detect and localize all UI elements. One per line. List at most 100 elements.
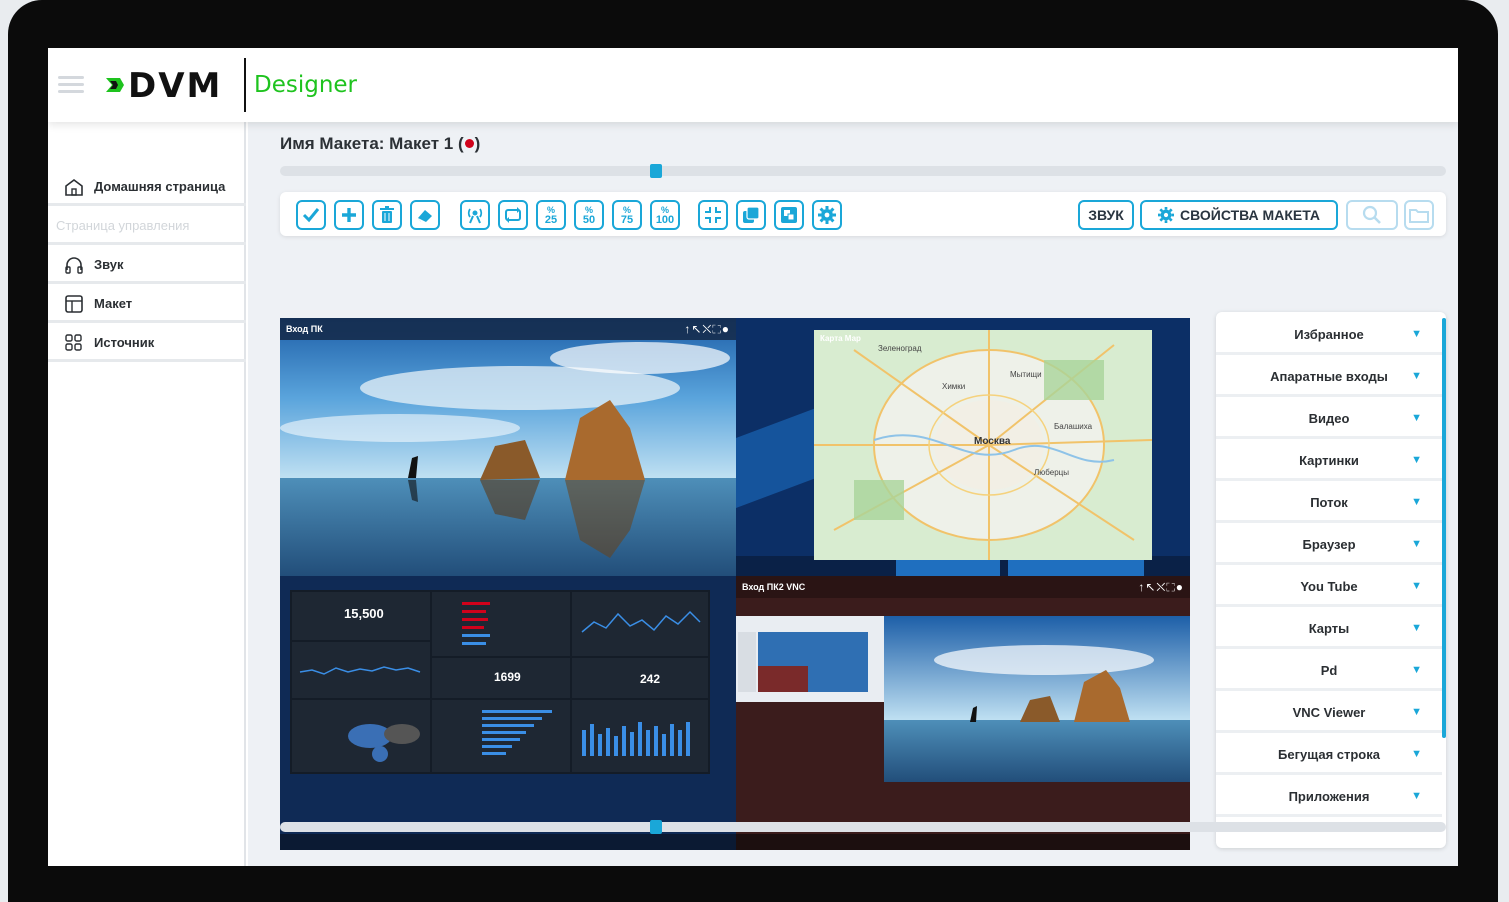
- top-timeline-slider[interactable]: [280, 164, 1446, 178]
- dashboard-tile: [292, 700, 430, 772]
- source-category-ticker[interactable]: Бегущая строка ▼: [1216, 736, 1442, 775]
- record-indicator: [464, 139, 474, 149]
- window-controls-icon[interactable]: ↑↖⛌⛶●: [1138, 580, 1184, 595]
- delete-button[interactable]: [372, 200, 402, 230]
- dashboard-panel: 15,500 1699 242: [290, 590, 710, 774]
- beach-image: [884, 616, 1190, 782]
- bottom-timeline-slider[interactable]: [280, 820, 1446, 834]
- source-category-browser[interactable]: Браузер ▼: [1216, 526, 1442, 565]
- layers-button[interactable]: [774, 200, 804, 230]
- layout-properties-button[interactable]: СВОЙСТВА МАКЕТА: [1140, 200, 1338, 230]
- map-label: Москва: [974, 436, 1011, 447]
- layout-canvas[interactable]: Вход ПК ↑↖⛌⛶● Карта Мар Зеленоград Мытищ…: [280, 318, 1190, 850]
- category-label: Избранное: [1294, 326, 1364, 342]
- zoom-75-button[interactable]: % 75: [612, 200, 642, 230]
- chevron-down-icon: ▼: [1411, 580, 1422, 592]
- map-view[interactable]: Карта Мар Зеленоград Мытищи Химки Москва…: [814, 330, 1152, 560]
- window-vnc-input[interactable]: Вход ПК2 VNC ↑↖⛌⛶●: [736, 576, 1190, 850]
- sidebar-item-sound[interactable]: Звук: [48, 248, 246, 284]
- sidebar-item-control[interactable]: Страница управления: [48, 209, 246, 245]
- chevron-down-icon: ▼: [1411, 748, 1422, 760]
- grid-icon: [62, 332, 86, 354]
- menu-icon[interactable]: [58, 76, 84, 94]
- gear-icon: [818, 206, 836, 224]
- folder-icon: [1409, 209, 1429, 223]
- sidebar-item-label: Звук: [94, 257, 124, 272]
- window-controls-icon[interactable]: ↑↖⛌⛶●: [684, 322, 730, 337]
- source-category-favorites[interactable]: Избранное ▼: [1216, 316, 1442, 355]
- sidebar-item-label: Страница управления: [56, 218, 190, 233]
- chevron-down-icon: ▼: [1411, 538, 1422, 550]
- map-label: Химки: [942, 382, 966, 391]
- layout-title-prefix: Имя Макета: Макет 1 (: [280, 134, 464, 153]
- window-pc-input[interactable]: Вход ПК ↑↖⛌⛶●: [280, 318, 736, 576]
- zoom-25-button[interactable]: % 25: [536, 200, 566, 230]
- source-category-youtube[interactable]: You Tube ▼: [1216, 568, 1442, 607]
- category-label: You Tube: [1300, 578, 1358, 594]
- window-titlebar[interactable]: Вход ПК ↑↖⛌⛶●: [280, 318, 736, 340]
- column-chart: [582, 722, 690, 756]
- dashboard-tile: [292, 642, 430, 698]
- rotate-icon: [505, 207, 521, 223]
- source-category-vnc[interactable]: VNC Viewer ▼: [1216, 694, 1442, 733]
- apply-button[interactable]: [296, 200, 326, 230]
- layers-icon: [781, 207, 797, 223]
- category-label: Браузер: [1302, 536, 1356, 552]
- source-category-video[interactable]: Видео ▼: [1216, 400, 1442, 439]
- chevron-down-icon: ▼: [1411, 706, 1422, 718]
- zoom-value: 50: [582, 214, 596, 226]
- layout-properties-label: СВОЙСТВА МАКЕТА: [1180, 207, 1320, 223]
- sound-button[interactable]: ЗВУК: [1078, 200, 1134, 230]
- slider-thumb[interactable]: [650, 164, 662, 178]
- collapse-icon: [705, 207, 721, 223]
- fit-button[interactable]: [698, 200, 728, 230]
- search-button[interactable]: [1346, 200, 1398, 230]
- source-category-maps[interactable]: Карты ▼: [1216, 610, 1442, 649]
- window-title: Вход ПК: [286, 324, 323, 334]
- category-label: Видео: [1308, 410, 1350, 426]
- map-label: Люберцы: [1034, 468, 1069, 477]
- vnc-remote-screen: [884, 616, 1190, 782]
- zoom-value: 100: [655, 214, 675, 226]
- clear-button[interactable]: [410, 200, 440, 230]
- remote-app-image: [738, 632, 868, 692]
- stream-button[interactable]: [460, 200, 490, 230]
- dashboard-tile: 242: [572, 658, 708, 698]
- remote-app-window: [736, 616, 886, 702]
- copy-button[interactable]: [736, 200, 766, 230]
- source-category-apps[interactable]: Приложения ▼: [1216, 778, 1442, 817]
- sidebar-item-layout[interactable]: Макет: [48, 287, 246, 323]
- slider-thumb[interactable]: [650, 820, 662, 834]
- layout-icon: [62, 293, 86, 315]
- chevron-down-icon: ▼: [1411, 412, 1422, 424]
- zoom-50-button[interactable]: % 50: [574, 200, 604, 230]
- source-category-pd[interactable]: Pd ▼: [1216, 652, 1442, 691]
- chevron-down-icon: ▼: [1411, 790, 1422, 802]
- sidebar-item-source[interactable]: Источник: [48, 326, 246, 362]
- zoom-100-button[interactable]: % 100: [650, 200, 680, 230]
- main-area: Имя Макета: Макет 1 () % 25 % 50 % 75 % …: [248, 122, 1458, 866]
- rotate-button[interactable]: [498, 200, 528, 230]
- add-button[interactable]: [334, 200, 364, 230]
- chevron-down-icon: ▼: [1411, 328, 1422, 340]
- source-category-images[interactable]: Картинки ▼: [1216, 442, 1442, 481]
- map-label: Мытищи: [1010, 370, 1042, 379]
- source-category-hardware[interactable]: Апаратные входы ▼: [1216, 358, 1442, 397]
- source-category-stream[interactable]: Поток ▼: [1216, 484, 1442, 523]
- panel-scrollbar[interactable]: [1442, 318, 1446, 738]
- sidebar-item-label: Макет: [94, 296, 133, 311]
- window-map-desktop[interactable]: Карта Мар Зеленоград Мытищи Химки Москва…: [736, 318, 1190, 576]
- settings-button[interactable]: [812, 200, 842, 230]
- window-titlebar[interactable]: Вход ПК2 VNC ↑↖⛌⛶●: [736, 576, 1190, 598]
- sidebar-item-home[interactable]: Домашняя страница: [48, 170, 246, 206]
- chevron-down-icon: ▼: [1411, 454, 1422, 466]
- layout-title-suffix: ): [474, 134, 481, 153]
- category-label: Карты: [1308, 620, 1350, 636]
- gear-icon: [1158, 207, 1174, 223]
- window-dashboard[interactable]: 15,500 1699 242: [280, 576, 736, 850]
- open-folder-button[interactable]: [1404, 200, 1434, 230]
- line-sparkline: [299, 666, 421, 675]
- category-label: Апаратные входы: [1270, 368, 1388, 384]
- home-icon: [62, 176, 86, 198]
- world-map-image: [348, 724, 420, 762]
